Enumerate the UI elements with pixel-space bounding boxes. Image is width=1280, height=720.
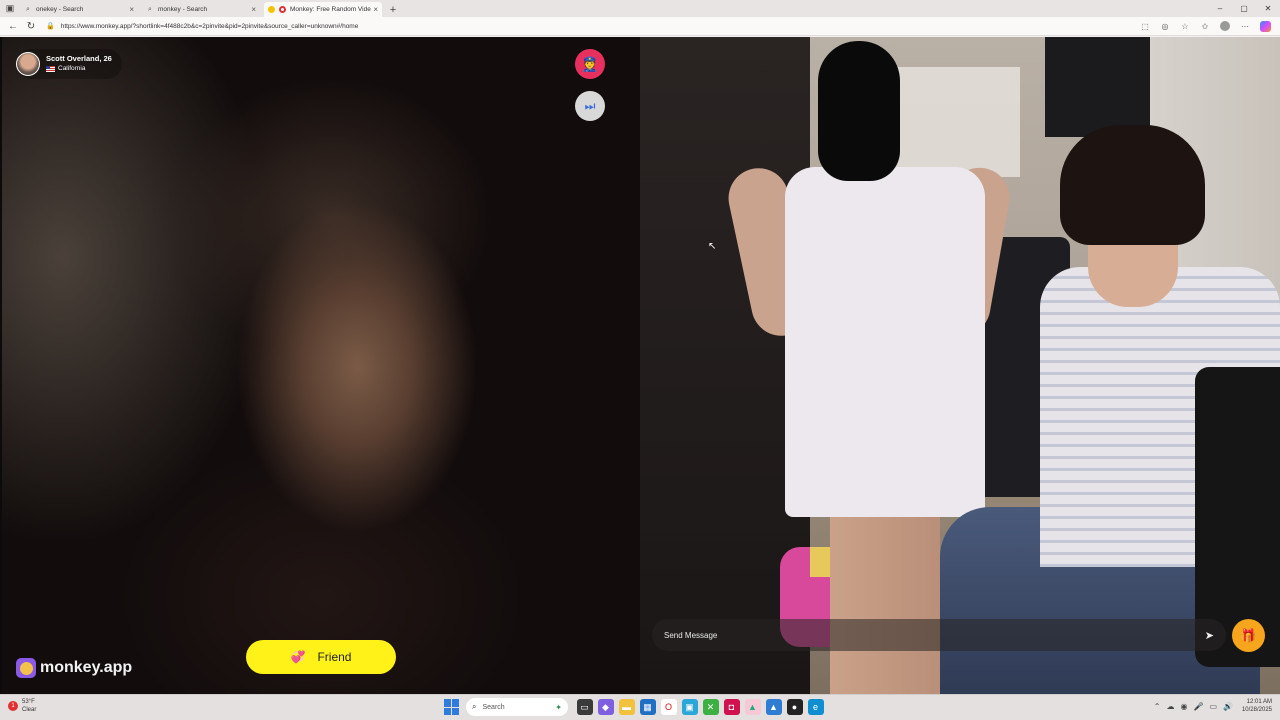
- remote-user-name: Scott Overland, 26: [46, 54, 112, 63]
- ski-mask: [818, 41, 900, 181]
- remote-video-feed: [2, 37, 640, 694]
- cloud-icon[interactable]: ☁: [1166, 702, 1174, 711]
- skip-button[interactable]: ⏭: [575, 91, 605, 121]
- tab-title: monkey - Search: [158, 6, 208, 13]
- close-window-icon[interactable]: ✕: [1256, 0, 1280, 16]
- remote-user-info[interactable]: Scott Overland, 26 California: [16, 49, 122, 79]
- obs-icon[interactable]: ●: [786, 699, 803, 715]
- friend-button-label: Friend: [317, 650, 352, 664]
- browser-tab-strip: ▣ ⌕ onekey - Search × ⌕ monkey - Search …: [0, 0, 1280, 17]
- chevron-up-icon[interactable]: ⌃: [1154, 702, 1161, 711]
- url-text: https://www.monkey.app/?shortlink=4f488c…: [60, 22, 359, 30]
- windows-taskbar: 1 53°F Clear ⌕ Search ✦ ▭ ◆ ▬ ▦ O ▣ ✕ ◘ …: [0, 694, 1280, 720]
- clock-date: 10/28/2025: [1241, 707, 1272, 713]
- search-icon: ⌕: [472, 702, 477, 711]
- taskbar-search-placeholder: Search: [482, 703, 505, 711]
- weather-desc: Clear: [22, 707, 37, 713]
- app-icon[interactable]: ▣: [681, 699, 698, 715]
- camera-icon[interactable]: ◉: [1180, 702, 1187, 711]
- tab-monkey-search[interactable]: ⌕ monkey - Search ×: [142, 2, 260, 17]
- background-tv: [1045, 37, 1150, 137]
- taskbar-search[interactable]: ⌕ Search ✦: [466, 698, 568, 716]
- mouse-cursor-icon: ↖: [708, 241, 717, 252]
- search-icon: ⌕: [148, 5, 152, 13]
- window-controls: – ▢ ✕: [1208, 0, 1280, 16]
- gift-button[interactable]: 🎁: [1232, 619, 1265, 652]
- clock[interactable]: 12:01 AM 10/28/2025: [1242, 698, 1272, 714]
- microphone-icon[interactable]: 🎤: [1193, 702, 1203, 711]
- taskbar-apps: ⌕ Search ✦ ▭ ◆ ▬ ▦ O ▣ ✕ ◘ ▲ ▲ ● e: [444, 698, 826, 716]
- new-tab-button[interactable]: +: [386, 2, 400, 17]
- person-legs: [830, 507, 940, 694]
- store-icon[interactable]: ▦: [639, 699, 656, 715]
- friend-button[interactable]: 💞 Friend: [246, 640, 396, 674]
- close-tab-icon[interactable]: ×: [373, 5, 378, 14]
- notification-badge: 1: [8, 701, 18, 711]
- profile-avatar-icon[interactable]: [1220, 21, 1230, 31]
- tab-title: onekey - Search: [36, 6, 84, 13]
- search-highlight-icon: ✦: [555, 702, 562, 712]
- volume-icon[interactable]: 🔊: [1223, 702, 1233, 711]
- copilot-app-icon[interactable]: ◆: [597, 699, 614, 715]
- more-menu-icon[interactable]: ⋯: [1235, 18, 1255, 34]
- brand-logo: monkey.app: [16, 656, 132, 680]
- send-icon[interactable]: ➤: [1205, 629, 1214, 642]
- local-video-feed: [640, 37, 1280, 694]
- camera-in-use-icon[interactable]: ◎: [1155, 18, 1175, 34]
- search-icon: ⌕: [26, 5, 30, 13]
- system-tray: ⌃ ☁ ◉ 🎤 ▭ 🔊 12:01 AM 10/28/2025: [1151, 698, 1272, 714]
- tab-title: Monkey: Free Random Video Chat: [290, 6, 371, 13]
- clock-time: 12:01 AM: [1246, 699, 1272, 705]
- favorite-star-icon[interactable]: ☆: [1175, 18, 1195, 34]
- edge-icon[interactable]: e: [807, 699, 824, 715]
- weather-widget[interactable]: 1 53°F Clear: [8, 698, 36, 714]
- next-track-icon: ⏭: [584, 98, 596, 113]
- police-officer-icon: 👮: [581, 55, 599, 72]
- minimize-icon[interactable]: –: [1208, 0, 1232, 16]
- report-button[interactable]: 👮: [575, 49, 605, 79]
- toolbar-icons: ⬚ ◎ ☆ ✩ ⋯: [1135, 18, 1280, 34]
- white-shirt: [785, 167, 985, 517]
- tab-onekey-search[interactable]: ⌕ onekey - Search ×: [20, 2, 138, 17]
- display-icon[interactable]: ▭: [1209, 702, 1217, 711]
- recording-icon: [279, 6, 286, 13]
- message-bar: ➤: [652, 619, 1226, 651]
- gift-icon: 🎁: [1240, 627, 1257, 643]
- tab-monkey-video-chat[interactable]: Monkey: Free Random Video Chat ×: [264, 2, 382, 17]
- us-flag-icon: [46, 66, 55, 72]
- maximize-icon[interactable]: ▢: [1232, 0, 1256, 16]
- task-view-icon[interactable]: ▭: [576, 699, 593, 715]
- address-bar: ← ↻ 🔒 https://www.monkey.app/?shortlink=…: [0, 17, 1280, 36]
- url-field[interactable]: 🔒 https://www.monkey.app/?shortlink=4f48…: [46, 19, 1135, 33]
- favorites-icon[interactable]: ✩: [1195, 18, 1215, 34]
- send-message-input[interactable]: [664, 630, 1205, 640]
- close-tab-icon[interactable]: ×: [129, 5, 134, 14]
- brand-name: monkey.app: [40, 659, 133, 676]
- location-text: California: [58, 65, 86, 72]
- monkey-logo-icon: [16, 658, 36, 678]
- close-tab-icon[interactable]: ×: [251, 5, 256, 14]
- xbox-icon[interactable]: ✕: [702, 699, 719, 715]
- tab-actions-icon[interactable]: ▣: [0, 0, 20, 17]
- curly-hair: [1060, 125, 1205, 245]
- opera-icon[interactable]: O: [660, 699, 677, 715]
- avatar[interactable]: [16, 52, 40, 76]
- back-arrow-icon[interactable]: ←: [4, 18, 22, 34]
- windows-start-icon[interactable]: [444, 699, 460, 715]
- active-app-icon[interactable]: ▲: [744, 699, 761, 715]
- weather-temp: 53°F: [22, 699, 35, 705]
- background-shelf: [890, 67, 1020, 177]
- monkey-favicon-icon: [268, 6, 275, 13]
- lock-icon[interactable]: 🔒: [46, 22, 55, 30]
- remote-user-location: California: [46, 64, 112, 74]
- file-explorer-icon[interactable]: ▬: [618, 699, 635, 715]
- video-chat-stage: Scott Overland, 26 California 👮 ⏭ 💞 Frie…: [0, 37, 1280, 694]
- roblox-icon[interactable]: ◘: [723, 699, 740, 715]
- heart-icon: 💞: [290, 650, 306, 664]
- refresh-icon[interactable]: ↻: [22, 18, 40, 34]
- read-aloud-icon[interactable]: ⬚: [1135, 18, 1155, 34]
- photos-icon[interactable]: ▲: [765, 699, 782, 715]
- copilot-icon[interactable]: [1260, 20, 1271, 32]
